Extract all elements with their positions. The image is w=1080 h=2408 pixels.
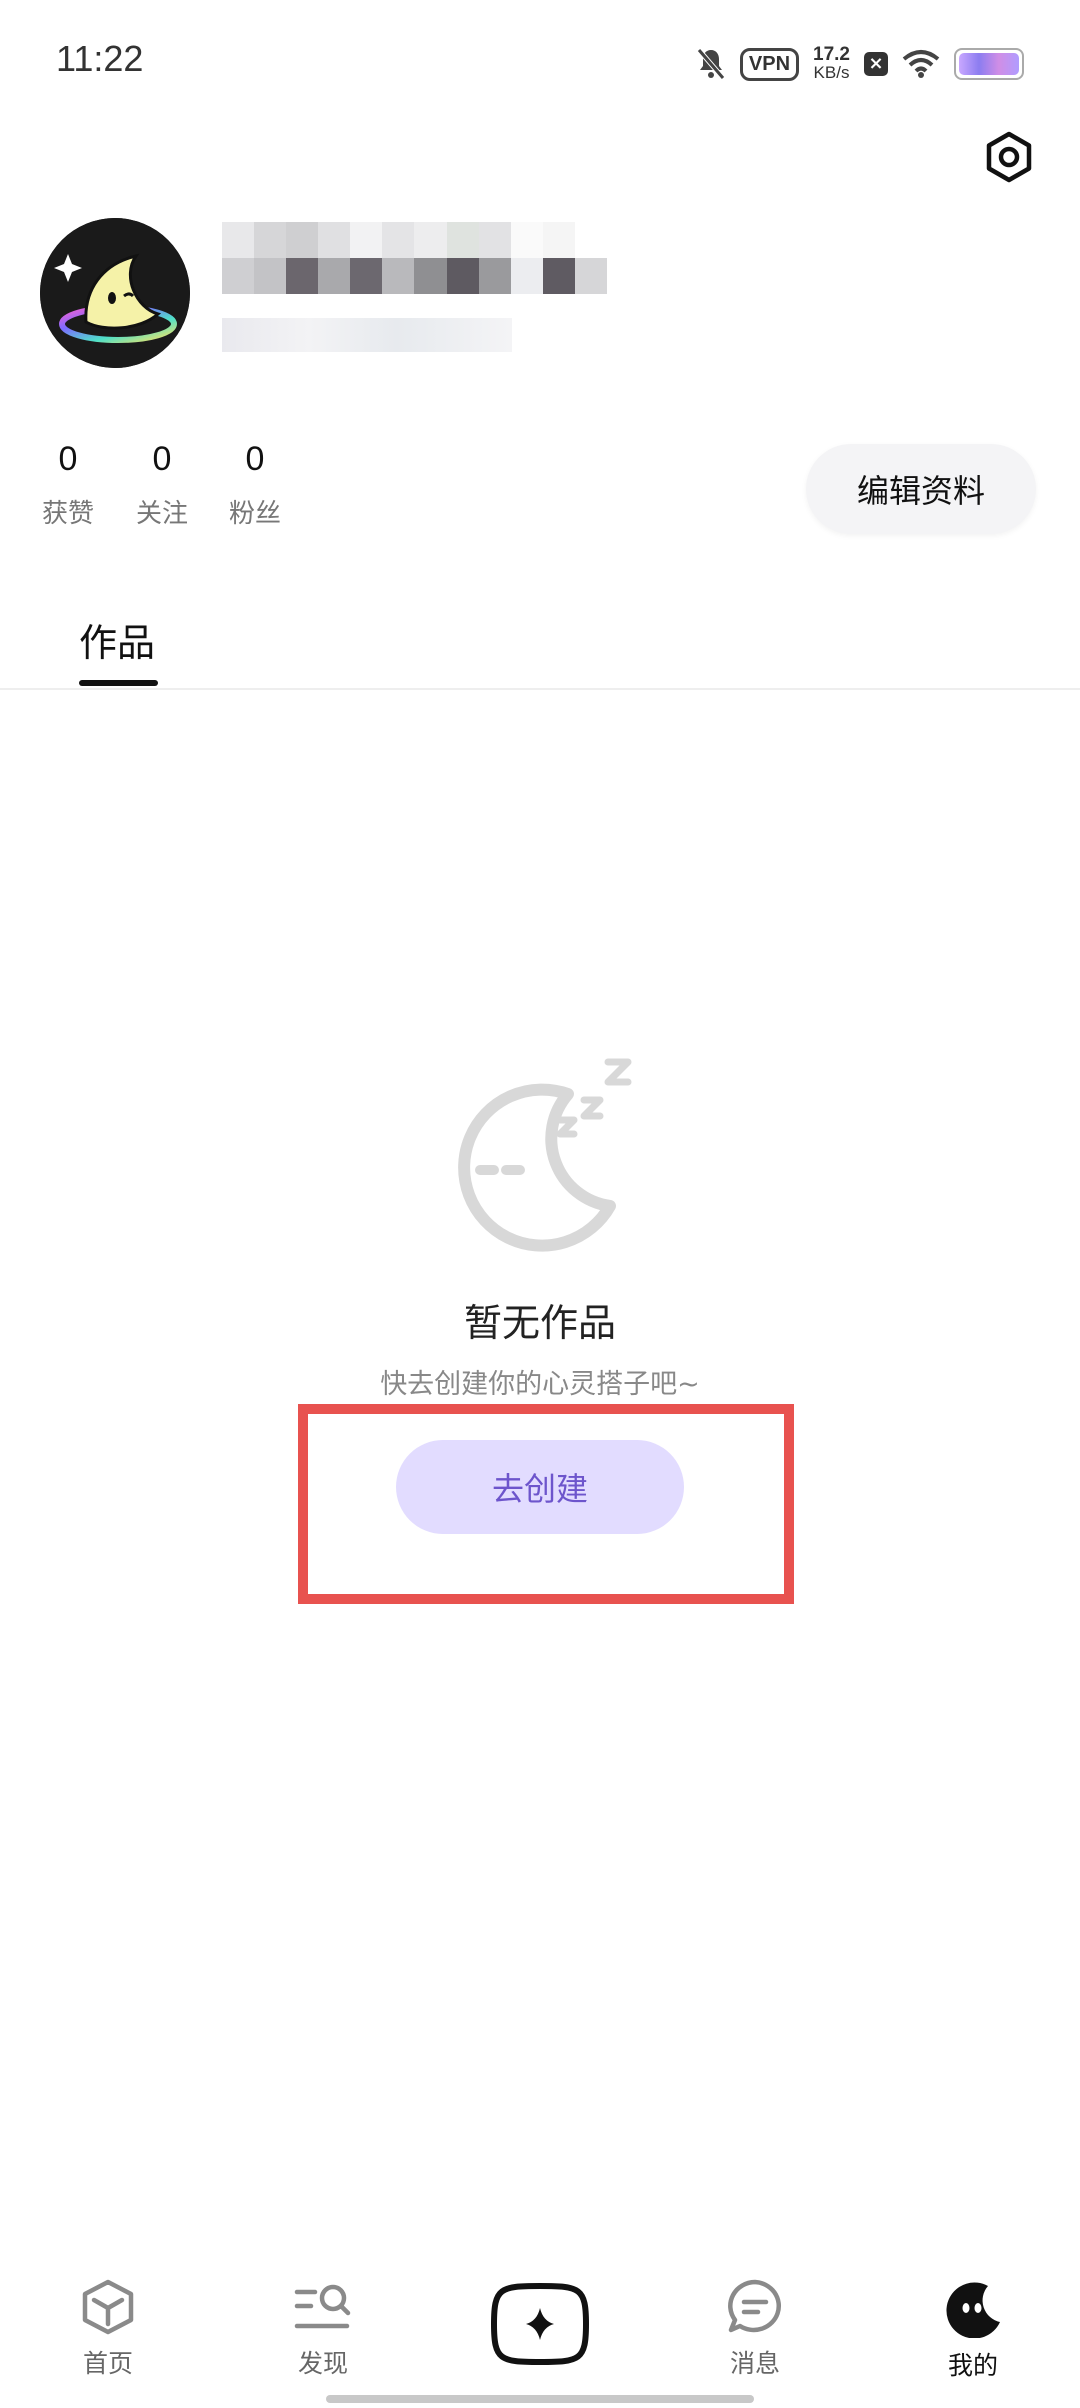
empty-state-subtitle: 快去创建你的心灵搭子吧~ xyxy=(380,1369,700,1400)
sparkle-create-icon xyxy=(490,2282,590,2366)
highlight-annotation xyxy=(298,1404,794,1604)
settings-button[interactable] xyxy=(978,126,1040,188)
net-speed: 17.2 KB/s xyxy=(813,44,850,82)
empty-state-title: 暂无作品 xyxy=(463,1301,616,1345)
nav-label: 消息 xyxy=(729,2349,780,2378)
status-icons: VPN 17.2 KB/s × xyxy=(696,40,1024,88)
nav-home[interactable]: 首页 xyxy=(33,2278,183,2380)
stat-value: 0 xyxy=(58,440,78,478)
chat-bubble-icon xyxy=(728,2279,781,2333)
edit-profile-button[interactable]: 编辑资料 xyxy=(806,444,1036,534)
stat-label: 关注 xyxy=(135,499,188,529)
gear-icon xyxy=(986,131,1032,183)
user-id-redacted xyxy=(222,318,512,352)
stat-value: 0 xyxy=(245,440,265,478)
vpn-icon: VPN xyxy=(739,47,800,81)
divider xyxy=(0,688,1080,690)
stat-value: 0 xyxy=(152,440,172,478)
mascot-avatar-icon xyxy=(40,218,190,368)
avatar[interactable] xyxy=(40,218,190,368)
sleeping-moon-icon xyxy=(458,1058,632,1252)
nav-discover[interactable]: 发现 xyxy=(248,2278,398,2380)
wifi-icon xyxy=(902,50,940,78)
close-icon: × xyxy=(864,52,888,76)
battery-icon xyxy=(954,48,1024,80)
nav-label: 首页 xyxy=(82,2349,133,2378)
stat-likes[interactable]: 0 获赞 xyxy=(33,440,103,530)
stat-label: 粉丝 xyxy=(228,499,281,529)
tab-works[interactable]: 作品 xyxy=(79,612,155,667)
stat-label: 获赞 xyxy=(41,499,94,529)
mascot-face-icon xyxy=(946,2282,1000,2338)
nav-label: 发现 xyxy=(297,2349,348,2378)
status-time: 11:22 xyxy=(56,38,144,79)
nav-create[interactable] xyxy=(465,2282,615,2366)
bell-muted-icon xyxy=(696,48,725,80)
tab-active-indicator xyxy=(79,680,158,686)
cube-icon xyxy=(82,2279,134,2335)
stat-following[interactable]: 0 关注 xyxy=(127,440,197,530)
home-indicator[interactable] xyxy=(326,2395,754,2403)
discover-search-icon xyxy=(294,2284,351,2329)
stat-fans[interactable]: 0 粉丝 xyxy=(220,440,290,530)
nav-me[interactable]: 我的 xyxy=(898,2278,1048,2382)
username-redacted xyxy=(222,222,607,294)
nav-messages[interactable]: 消息 xyxy=(680,2278,830,2380)
nav-label: 我的 xyxy=(947,2351,998,2380)
